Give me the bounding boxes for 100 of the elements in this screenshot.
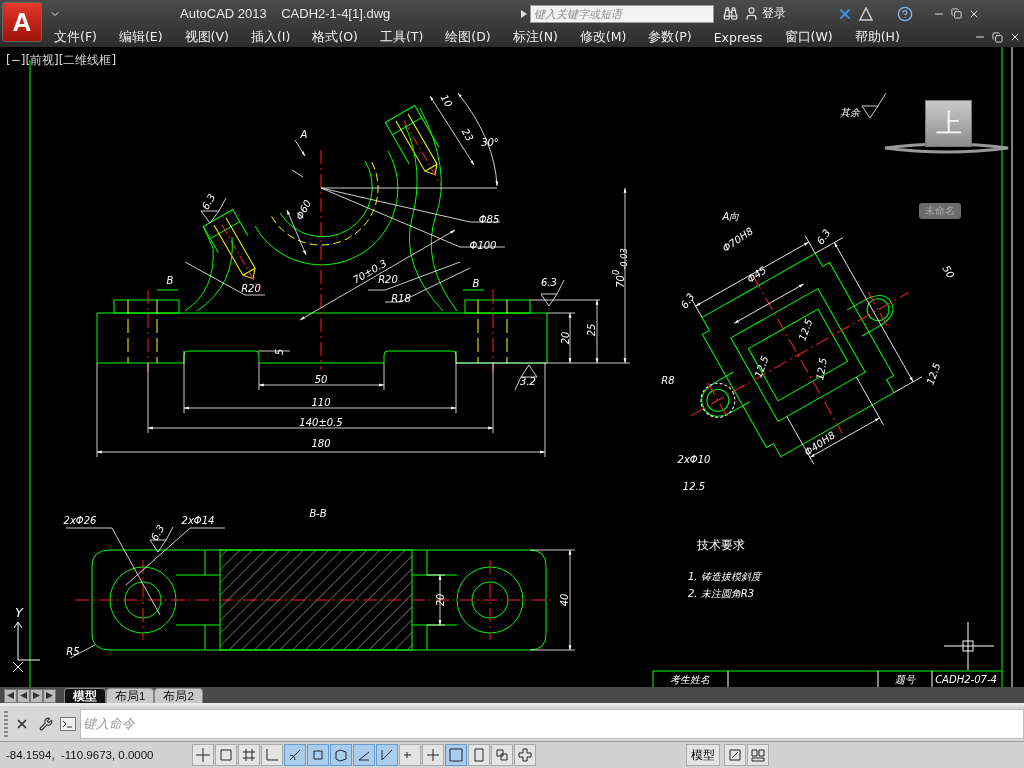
- dimension-label: 12.5: [682, 482, 706, 492]
- dimension-label: 6.3: [815, 227, 833, 247]
- dimension-label: R8: [661, 376, 675, 386]
- dimension-label: 6.3: [541, 278, 557, 288]
- roughness-symbol-icon: [861, 92, 887, 119]
- menu-item[interactable]: 窗口(W): [774, 28, 843, 46]
- square-icon: [219, 748, 233, 763]
- title-block-text: 题号: [895, 675, 915, 685]
- dimension-label: 110: [311, 398, 331, 408]
- status-toggle-button[interactable]: [353, 744, 375, 767]
- squares-icon: [495, 748, 509, 763]
- viewports-icon[interactable]: [747, 744, 769, 767]
- status-toggle-button[interactable]: [284, 744, 306, 767]
- dimension-label: 25: [587, 323, 597, 337]
- layout-tab[interactable]: 布局1: [106, 688, 155, 704]
- corner-icon: [265, 748, 279, 763]
- viewport-label[interactable]: [−][前视][二维线框]: [6, 52, 117, 69]
- menu-item[interactable]: 标注(N): [502, 28, 568, 46]
- layout-icon[interactable]: [724, 744, 746, 767]
- dimension-label: Φ85: [478, 215, 500, 225]
- grid-icon: [242, 748, 256, 763]
- dimension-label: 2xΦ26: [63, 516, 97, 526]
- command-input-field[interactable]: 键入命令: [80, 708, 1024, 739]
- menu-item[interactable]: 视图(V): [174, 28, 239, 46]
- status-toggle-button[interactable]: [192, 744, 214, 767]
- status-toggle-button[interactable]: [514, 744, 536, 767]
- status-toggle-button[interactable]: [261, 744, 283, 767]
- status-toggle-button[interactable]: [422, 744, 444, 767]
- model-space-button[interactable]: 模型: [686, 744, 720, 767]
- tab-nav-button[interactable]: [4, 689, 17, 704]
- dimension-label: 180: [311, 439, 331, 449]
- status-toggle-button[interactable]: [215, 744, 237, 767]
- layout-tab[interactable]: 模型: [64, 688, 106, 704]
- menu-item[interactable]: 工具(T): [369, 28, 434, 46]
- dimension-label: Φ60: [294, 198, 314, 222]
- menu-item[interactable]: 格式(O): [302, 28, 368, 46]
- requirement-item: 1. 铸造拔模斜度: [688, 570, 761, 584]
- dimension-label: 50: [940, 264, 956, 280]
- roughness-note: 其余: [840, 108, 860, 118]
- dimension-label: 2xΦ14: [181, 516, 215, 526]
- status-toggle-button[interactable]: [330, 744, 352, 767]
- dimension-label: 20: [561, 331, 571, 345]
- panes-icon: [751, 748, 765, 763]
- dimension-label: 3.2: [520, 377, 536, 387]
- status-toggle-button[interactable]: [491, 744, 513, 767]
- status-toggle-button[interactable]: [468, 744, 490, 767]
- window-title: AutoCAD 2013 CADH2-1-4[1].dwg: [180, 6, 391, 21]
- dimension-label: 5: [275, 348, 285, 356]
- dimension-label: 40: [560, 593, 570, 607]
- menu-item[interactable]: 修改(M): [569, 28, 637, 46]
- dimension-label: B: [472, 279, 480, 289]
- dimension-label: 6.3: [679, 291, 697, 311]
- status-toggle-button[interactable]: [376, 744, 398, 767]
- menu-item[interactable]: 编辑(E): [108, 28, 173, 46]
- dimension-label: 6.3: [200, 192, 218, 212]
- status-toggle-button[interactable]: [399, 744, 421, 767]
- dimension-label: 23: [459, 127, 475, 143]
- dimension-label: 12.5: [797, 317, 815, 343]
- dimension-label: 10: [438, 93, 454, 109]
- dimension-label: 30°: [481, 138, 499, 148]
- tab-nav-button[interactable]: [43, 689, 56, 704]
- menu-item[interactable]: 参数(P): [638, 28, 702, 46]
- dimension-label: 12.5: [815, 357, 829, 381]
- prompt-icon[interactable]: [60, 716, 76, 731]
- dimension-label: 50: [314, 375, 328, 385]
- title-block-text: CADH2-07-4: [935, 675, 997, 685]
- requirement-item: 2. 未注圆角R3: [688, 587, 756, 601]
- sign-in-link[interactable]: 登录: [762, 5, 787, 22]
- status-toggle-button[interactable]: [238, 744, 260, 767]
- dimension-label: 12.5: [925, 361, 943, 387]
- dimension-label: 12.5: [753, 354, 771, 380]
- dimension-label: 6.3: [149, 523, 167, 543]
- tab-nav-button[interactable]: [17, 689, 30, 704]
- grip-handle[interactable]: [4, 710, 8, 737]
- dimension-label: 2xΦ10: [677, 455, 711, 465]
- menu-item[interactable]: Express: [703, 29, 773, 45]
- menu-item[interactable]: 文件(F): [44, 28, 107, 46]
- tab-nav-button[interactable]: [30, 689, 43, 704]
- menu-item[interactable]: 绘图(D): [435, 28, 501, 46]
- layout-tab[interactable]: 布局2: [154, 688, 203, 704]
- menu-item[interactable]: 帮助(H): [844, 28, 910, 46]
- dimension-label: Φ100: [469, 241, 497, 251]
- dimension-label: 140±0.5: [299, 418, 343, 428]
- crosshair-icon: [196, 748, 210, 763]
- axis-label: Y: [15, 605, 23, 619]
- application-menu-button[interactable]: A: [2, 2, 42, 42]
- dimension-label: A: [300, 130, 308, 140]
- search-field[interactable]: 键入关键字或短语: [530, 4, 715, 23]
- square-icon: [311, 748, 325, 763]
- dimension-label: 20: [436, 593, 446, 607]
- status-toggle-button[interactable]: [445, 744, 467, 767]
- status-toggle-button[interactable]: [307, 744, 329, 767]
- view-title: A向: [722, 212, 740, 222]
- dimension-label: R5: [66, 647, 80, 657]
- ucs-icon: [12, 621, 41, 673]
- crosshair-cursor: [943, 621, 995, 671]
- plus-icon: [426, 748, 440, 763]
- menu-item[interactable]: 插入(I): [240, 28, 301, 46]
- hexagon-icon: [334, 748, 348, 763]
- view-title: B-B: [309, 509, 327, 519]
